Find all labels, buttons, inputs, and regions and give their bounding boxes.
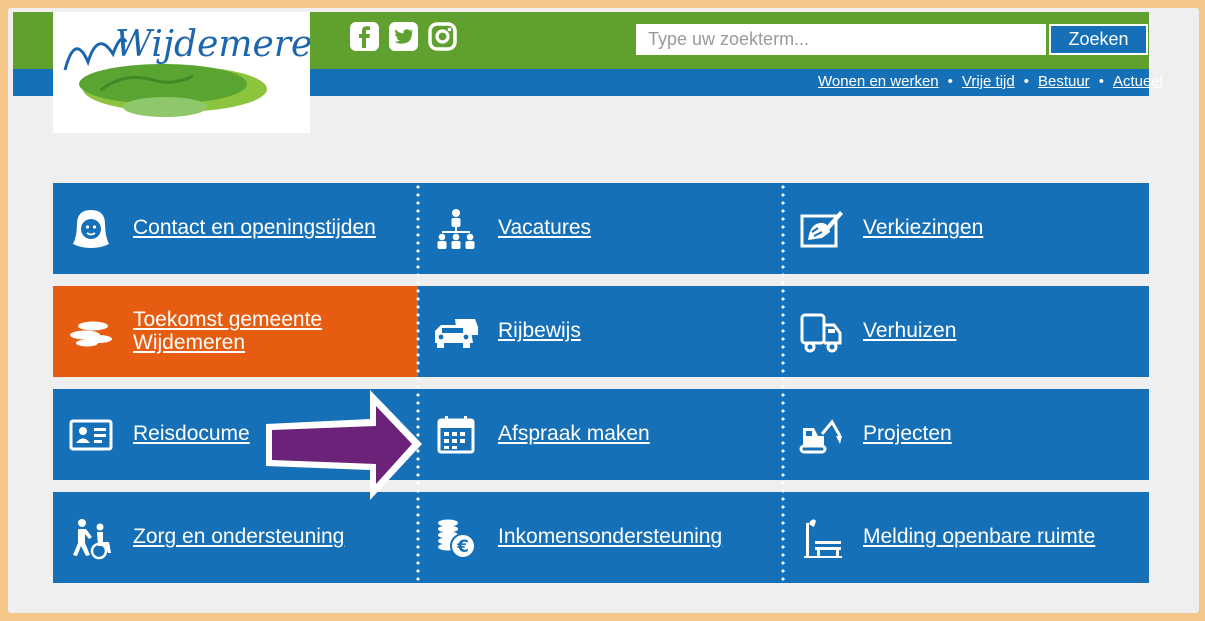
lily-pads-icon <box>65 306 117 358</box>
ballot-vote-icon <box>795 203 847 255</box>
tile-verhuizen[interactable]: Verhuizen <box>783 286 1149 377</box>
column-divider <box>781 183 785 583</box>
nav-link-wonen-en-werken[interactable]: Wonen en werken <box>818 73 939 90</box>
tile-label[interactable]: Afspraak maken <box>498 423 650 445</box>
tile-inkomensondersteuning[interactable]: € Inkomensondersteuning <box>418 492 783 583</box>
nav-link-vrije-tijd[interactable]: Vrije tijd <box>962 73 1015 90</box>
moving-truck-icon <box>795 306 847 358</box>
facebook-icon[interactable] <box>348 20 381 53</box>
tile-label[interactable]: Zorg en ondersteuning <box>133 526 344 548</box>
people-network-icon <box>430 203 482 255</box>
tile-label[interactable]: Rijbewijs <box>498 320 581 342</box>
care-icon <box>65 512 117 564</box>
coins-euro-icon: € <box>430 512 482 564</box>
tile-label[interactable]: Vacatures <box>498 217 591 239</box>
tile-melding-openbare-ruimte[interactable]: Melding openbare ruimte <box>783 492 1149 583</box>
tile-label[interactable]: Verkiezingen <box>863 217 983 239</box>
tile-label[interactable]: Contact en openingstijden <box>133 217 376 239</box>
annotation-arrow-icon <box>266 390 422 500</box>
tile-verkiezingen[interactable]: Verkiezingen <box>783 183 1149 274</box>
svg-text:€: € <box>456 537 469 557</box>
search-input[interactable] <box>636 24 1046 55</box>
instagram-icon[interactable] <box>426 20 459 53</box>
quick-links-grid: Contact en openingstijden Vacatures Verk… <box>53 183 1149 583</box>
main-nav: Wonen en werken • Vrije tijd • Bestuur •… <box>818 73 1163 90</box>
nav-link-actueel[interactable]: Actueel <box>1113 73 1163 90</box>
search-button[interactable]: Zoeken <box>1049 24 1148 55</box>
twitter-icon[interactable] <box>387 20 420 53</box>
site-logo[interactable]: Wijdemeren <box>53 12 310 133</box>
tile-rijbewijs[interactable]: Rijbewijs <box>418 286 783 377</box>
woman-face-icon <box>65 203 117 255</box>
nav-link-bestuur[interactable]: Bestuur <box>1038 73 1090 90</box>
nav-separator: • <box>1023 73 1029 90</box>
id-card-icon <box>65 409 117 461</box>
logo-graphic: Wijdemeren <box>63 24 310 117</box>
nav-separator: • <box>947 73 953 90</box>
tile-vacatures[interactable]: Vacatures <box>418 183 783 274</box>
tile-afspraak-maken[interactable]: Afspraak maken <box>418 389 783 480</box>
tile-label[interactable]: Reisdocume <box>133 423 250 445</box>
tile-contact[interactable]: Contact en openingstijden <box>53 183 418 274</box>
tile-label[interactable]: Projecten <box>863 423 952 445</box>
tile-projecten[interactable]: Projecten <box>783 389 1149 480</box>
tile-label[interactable]: Toekomst gemeente Wijdemeren <box>133 309 363 353</box>
nav-separator: • <box>1098 73 1104 90</box>
excavator-icon <box>795 409 847 461</box>
tile-label[interactable]: Melding openbare ruimte <box>863 526 1095 548</box>
social-links <box>348 20 459 53</box>
calendar-icon <box>430 409 482 461</box>
street-bench-icon <box>795 512 847 564</box>
tile-toekomst[interactable]: Toekomst gemeente Wijdemeren <box>53 286 418 377</box>
logo-wordmark: Wijdemeren <box>115 24 310 65</box>
tile-label[interactable]: Verhuizen <box>863 320 956 342</box>
cars-icon <box>430 306 482 358</box>
tile-label[interactable]: Inkomensondersteuning <box>498 526 722 548</box>
